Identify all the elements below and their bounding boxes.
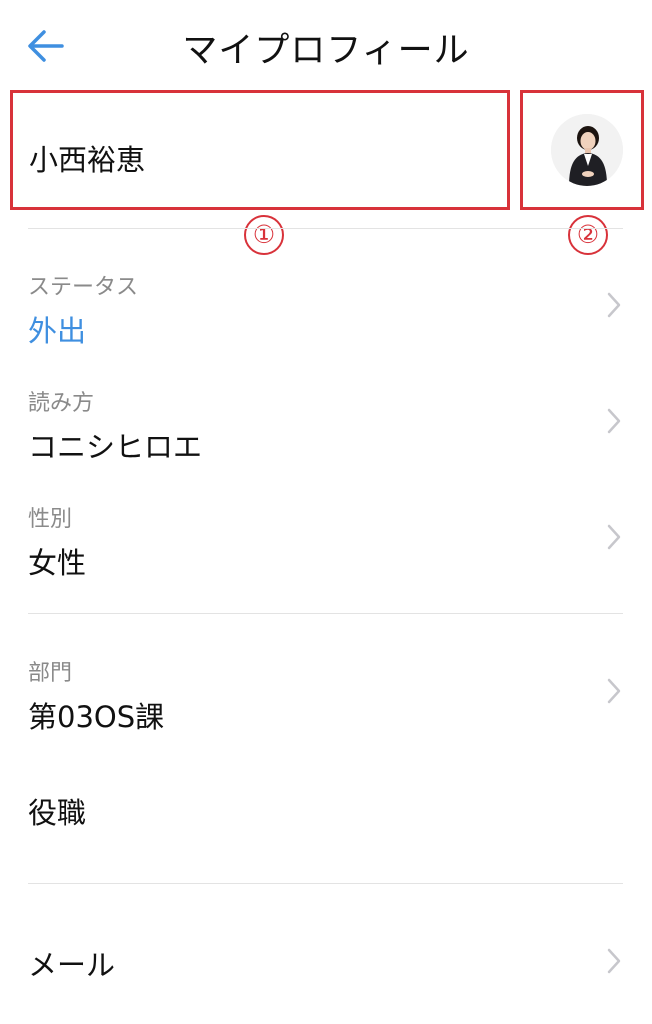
chevron-right-icon [607, 408, 621, 434]
annotation-marker-1: ① [244, 215, 284, 255]
row-status[interactable]: ステータス 外出 [0, 262, 652, 354]
email-label: メール [28, 948, 116, 982]
department-value: 第03OS課 [28, 700, 165, 734]
chevron-right-icon [607, 292, 621, 318]
header: マイプロフィール [0, 0, 652, 90]
name-field[interactable]: 小西裕恵 [10, 90, 510, 210]
chevron-right-icon [607, 678, 621, 704]
row-gender[interactable]: 性別 女性 [0, 494, 652, 586]
divider [28, 228, 623, 229]
department-label: 部門 [28, 661, 73, 686]
reading-label: 読み方 [28, 391, 95, 416]
row-position[interactable]: 役職 [0, 780, 652, 840]
row-email[interactable]: メール [0, 930, 652, 990]
annotation-marker-2: ② [568, 215, 608, 255]
status-value: 外出 [28, 314, 87, 348]
profile-photo-image [551, 114, 623, 186]
gender-label: 性別 [28, 507, 73, 532]
row-department[interactable]: 部門 第03OS課 [0, 648, 652, 740]
avatar-container [520, 90, 644, 210]
gender-value: 女性 [28, 546, 87, 580]
my-profile-screen: マイプロフィール 小西裕恵 ① ② ステータス 外出 読み方 コニシヒロエ 性別… [0, 0, 652, 1024]
row-reading[interactable]: 読み方 コニシヒロエ [0, 378, 652, 470]
avatar[interactable] [551, 114, 623, 186]
divider [28, 613, 623, 614]
chevron-right-icon [607, 524, 621, 550]
status-label: ステータス [28, 275, 139, 300]
chevron-right-icon [607, 948, 621, 974]
divider [28, 883, 623, 884]
page-title: マイプロフィール [182, 31, 470, 71]
position-label: 役職 [28, 796, 87, 830]
name-value: 小西裕恵 [29, 143, 146, 177]
reading-value: コニシヒロエ [28, 430, 203, 464]
